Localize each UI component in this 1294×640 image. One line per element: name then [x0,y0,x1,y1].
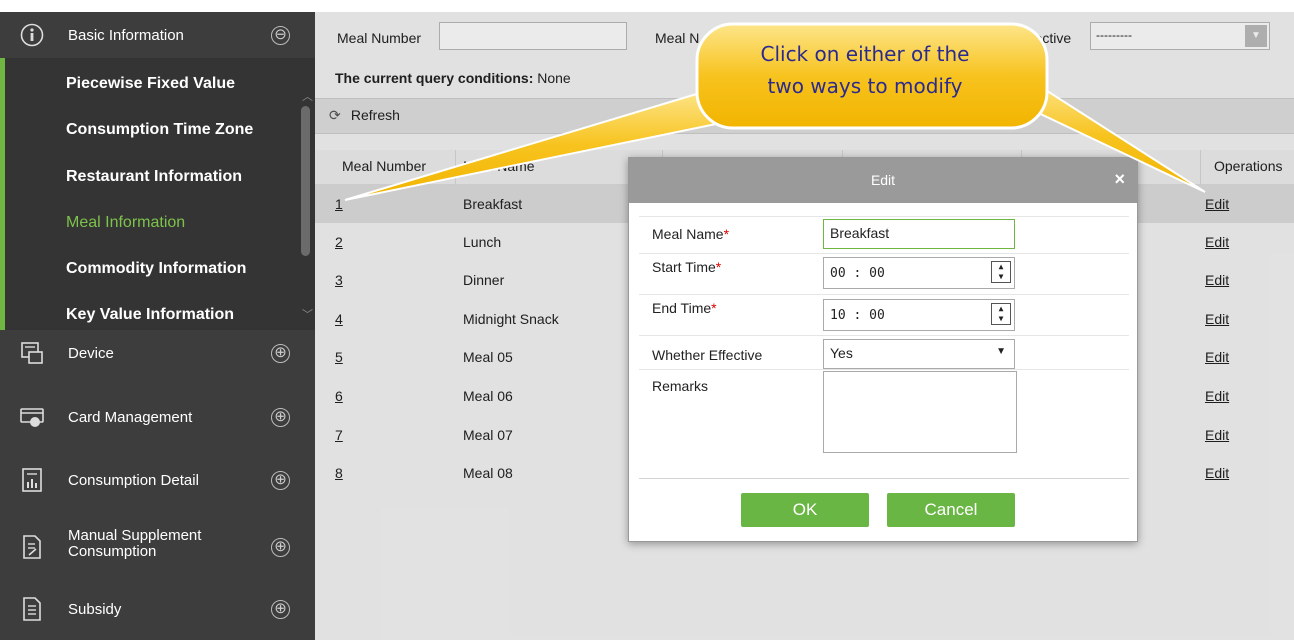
time-spinner-icon[interactable]: ▲ ▼ [991,261,1011,283]
close-icon[interactable]: × [1114,169,1125,190]
divider [639,216,1129,217]
top-strip [0,0,1294,12]
report-icon [22,468,42,492]
sidebar-group-label: Device [68,344,114,362]
end-time-label: End Time* [652,300,717,316]
ok-button[interactable]: OK [741,493,869,527]
info-icon [20,23,44,47]
sidebar-item-restaurant-information[interactable]: Restaurant Information [66,168,242,186]
meal-name-label: Meal Name* [652,226,730,242]
sidebar: Basic Information ⊖ Piecewise Fixed Valu… [0,12,315,640]
sidebar-item-consumption-time-zone[interactable]: Consumption Time Zone [66,121,253,139]
remarks-textarea[interactable] [823,371,1017,453]
callout-text: Click on either of the two ways to modif… [720,38,1010,102]
document-list-icon [23,597,41,621]
sidebar-group-manual-supplement-consumption[interactable]: Manual Supplement Consumption ⊕ [0,522,315,572]
divider [639,369,1129,370]
whether-effective-select[interactable]: Yes ▼ [823,339,1015,369]
sidebar-item-key-value-information[interactable]: Key Value Information [66,306,234,324]
sidebar-item-piecewise-fixed-value[interactable]: Piecewise Fixed Value [66,75,235,93]
sidebar-group-basic-information[interactable]: Basic Information ⊖ [0,12,315,58]
sidebar-group-subsidy[interactable]: Subsidy ⊕ [0,586,315,632]
device-icon [21,342,43,364]
sidebar-item-meal-information[interactable]: Meal Information [66,214,185,232]
expand-icon[interactable]: ⊕ [271,343,290,363]
divider [639,294,1129,295]
start-time-value: 00 : 00 [830,266,885,281]
card-icon [20,408,44,427]
sidebar-scrollbar[interactable] [301,106,310,256]
edit-dialog: Edit × Meal Name* Breakfast Start Time* … [628,157,1138,542]
expand-icon[interactable]: ⊕ [271,537,290,557]
sidebar-item-commodity-information[interactable]: Commodity Information [66,260,246,278]
dropdown-arrow-icon[interactable]: ▼ [996,346,1006,357]
dialog-form: Meal Name* Breakfast Start Time* 00 : 00… [639,203,1129,481]
document-edit-icon [23,535,41,559]
whether-effective-label: Whether Effective [652,347,763,363]
sidebar-group-label: Subsidy [68,600,122,618]
sidebar-group-card-management[interactable]: Card Management ⊕ [0,394,315,440]
expand-icon[interactable]: ⊕ [271,407,290,427]
sidebar-group-consumption-detail[interactable]: Consumption Detail ⊕ [0,457,315,503]
meal-name-field[interactable]: Breakfast [823,219,1015,249]
remarks-label: Remarks [652,378,709,394]
end-time-value: 10 : 00 [830,308,885,323]
sidebar-group-label: Card Management [68,408,193,426]
scroll-up-icon[interactable]: ︿ [302,88,313,104]
start-time-field[interactable]: 00 : 00 ▲ ▼ [823,257,1015,289]
time-spinner-icon[interactable]: ▲ ▼ [991,303,1011,325]
expand-icon[interactable]: ⊕ [271,470,290,490]
callout-line-2: two ways to modify [767,74,963,98]
sidebar-group-label: Consumption Detail [68,471,199,489]
divider [639,335,1129,336]
sidebar-group-label: Basic Information [68,26,184,44]
sidebar-group-device[interactable]: Device ⊕ [0,330,315,376]
end-time-field[interactable]: 10 : 00 ▲ ▼ [823,299,1015,331]
start-time-label: Start Time* [652,259,722,275]
expand-icon[interactable]: ⊕ [271,599,290,619]
dialog-title-bar[interactable]: Edit [629,158,1137,203]
cancel-button[interactable]: Cancel [887,493,1015,527]
collapse-icon[interactable]: ⊖ [271,25,290,45]
sidebar-group-label: Manual Supplement Consumption [68,527,202,560]
divider [639,478,1129,479]
divider [639,253,1129,254]
sidebar-submenu: Piecewise Fixed Value Consumption Time Z… [0,58,315,330]
scroll-down-icon[interactable]: ﹀ [302,306,313,322]
callout-line-1: Click on either of the [760,42,970,66]
whether-effective-value: Yes [830,345,853,361]
dialog-title: Edit [870,172,896,188]
